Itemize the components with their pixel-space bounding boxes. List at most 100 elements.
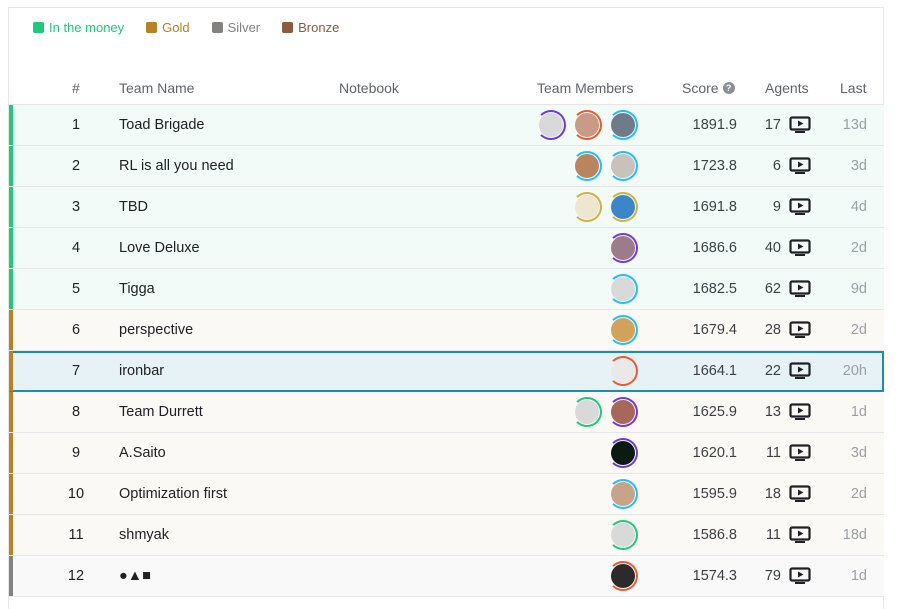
avatar[interactable] bbox=[572, 110, 602, 140]
legend-label: Silver bbox=[227, 20, 261, 35]
avatar[interactable] bbox=[572, 151, 602, 181]
team-name[interactable]: ironbar bbox=[119, 363, 164, 379]
last-submission: 9d bbox=[850, 281, 867, 297]
leaderboard-row[interactable]: 7 ironbar 1664.1 22 20h bbox=[9, 351, 884, 392]
last-submission: 2d bbox=[850, 486, 867, 502]
team-name[interactable]: shmyak bbox=[119, 527, 169, 543]
score: 1586.8 bbox=[692, 527, 737, 543]
tv-play-icon[interactable] bbox=[789, 157, 811, 175]
leaderboard-row[interactable]: 8 Team Durrett 1625.9 13 1d bbox=[9, 392, 884, 433]
team-members bbox=[608, 356, 638, 386]
rank: 1 bbox=[71, 117, 81, 133]
legend-swatch bbox=[146, 22, 158, 33]
medal-tier-bar bbox=[9, 187, 13, 227]
leaderboard-row[interactable]: 3 TBD 1691.8 9 4d bbox=[9, 187, 884, 228]
team-name[interactable]: Love Deluxe bbox=[119, 240, 200, 256]
team-members bbox=[608, 274, 638, 304]
agent-count: 17 bbox=[764, 117, 781, 133]
column-team-members: Team Members bbox=[537, 80, 634, 96]
tv-play-icon[interactable] bbox=[789, 321, 811, 339]
avatar[interactable] bbox=[608, 561, 638, 591]
tv-play-icon[interactable] bbox=[789, 526, 811, 544]
avatar[interactable] bbox=[608, 274, 638, 304]
leaderboard-row[interactable]: 12 ●▲■ 1574.3 79 1d bbox=[9, 556, 884, 597]
avatar[interactable] bbox=[608, 233, 638, 263]
score: 1664.1 bbox=[692, 363, 737, 379]
legend-swatch bbox=[33, 22, 44, 33]
avatar[interactable] bbox=[608, 397, 638, 427]
medal-tier-bar bbox=[9, 310, 13, 350]
avatar[interactable] bbox=[608, 192, 638, 222]
medal-tier-bar bbox=[9, 474, 13, 514]
rank: 11 bbox=[68, 527, 84, 543]
agent-count: 28 bbox=[764, 322, 781, 338]
rank: 4 bbox=[71, 240, 81, 256]
agent-count: 22 bbox=[764, 363, 781, 379]
avatar[interactable] bbox=[608, 520, 638, 550]
leaderboard-row[interactable]: 11 shmyak 1586.8 11 18d bbox=[9, 515, 884, 556]
tv-play-icon[interactable] bbox=[789, 239, 811, 257]
rank: 6 bbox=[71, 322, 81, 338]
tv-play-icon[interactable] bbox=[789, 403, 811, 421]
score: 1574.3 bbox=[692, 568, 737, 584]
leaderboard-row[interactable]: 4 Love Deluxe 1686.6 40 2d bbox=[9, 228, 884, 269]
rank: 7 bbox=[71, 363, 81, 379]
legend-label: Gold bbox=[162, 20, 190, 35]
leaderboard-row[interactable]: 2 RL is all you need 1723.8 6 3d bbox=[9, 146, 884, 187]
medal-tier-bar bbox=[9, 228, 13, 268]
leaderboard-row[interactable]: 10 Optimization first 1595.9 18 2d bbox=[9, 474, 884, 515]
leaderboard-row[interactable]: 9 A.Saito 1620.1 11 3d bbox=[9, 433, 884, 474]
last-submission: 13d bbox=[842, 117, 867, 133]
medal-tier-bar bbox=[9, 515, 13, 555]
rank: 8 bbox=[71, 404, 81, 420]
team-name[interactable]: Tigga bbox=[119, 281, 155, 297]
legend-item: In the money bbox=[33, 20, 124, 35]
team-members bbox=[572, 397, 638, 427]
tv-play-icon[interactable] bbox=[789, 116, 811, 134]
avatar[interactable] bbox=[608, 110, 638, 140]
avatar[interactable] bbox=[608, 479, 638, 509]
tv-play-icon[interactable] bbox=[789, 444, 811, 462]
team-name[interactable]: ●▲■ bbox=[119, 568, 151, 584]
last-submission: 1d bbox=[850, 568, 867, 584]
tv-play-icon[interactable] bbox=[789, 567, 811, 585]
tv-play-icon[interactable] bbox=[789, 280, 811, 298]
leaderboard-header: # Team Name Notebook Team Members Score?… bbox=[9, 78, 884, 105]
agent-count: 62 bbox=[764, 281, 781, 297]
agent-count: 11 bbox=[765, 445, 781, 461]
team-name[interactable]: Toad Brigade bbox=[119, 117, 204, 133]
question-circle-icon[interactable]: ? bbox=[722, 82, 735, 94]
score: 1679.4 bbox=[692, 322, 737, 338]
leaderboard-legend: In the money Gold Silver Bronze bbox=[33, 20, 339, 35]
tv-play-icon[interactable] bbox=[789, 362, 811, 380]
team-name[interactable]: Team Durrett bbox=[119, 404, 203, 420]
rank: 9 bbox=[71, 445, 81, 461]
team-name[interactable]: perspective bbox=[119, 322, 193, 338]
team-name[interactable]: Optimization first bbox=[119, 486, 227, 502]
avatar[interactable] bbox=[608, 356, 638, 386]
avatar[interactable] bbox=[608, 438, 638, 468]
leaderboard-row[interactable]: 1 Toad Brigade 1891.9 17 13d bbox=[9, 105, 884, 146]
team-name[interactable]: A.Saito bbox=[119, 445, 166, 461]
column-score[interactable]: Score? bbox=[682, 80, 735, 96]
leaderboard-row[interactable]: 6 perspective 1679.4 28 2d bbox=[9, 310, 884, 351]
tv-play-icon[interactable] bbox=[789, 485, 811, 503]
team-name[interactable]: RL is all you need bbox=[119, 158, 234, 174]
tv-play-icon[interactable] bbox=[789, 198, 811, 216]
team-name[interactable]: TBD bbox=[119, 199, 148, 215]
avatar[interactable] bbox=[608, 315, 638, 345]
leaderboard-row[interactable]: 5 Tigga 1682.5 62 9d bbox=[9, 269, 884, 310]
score: 1620.1 bbox=[692, 445, 737, 461]
avatar[interactable] bbox=[608, 151, 638, 181]
last-submission: 18d bbox=[842, 527, 867, 543]
legend-item: Gold bbox=[146, 20, 190, 35]
avatar[interactable] bbox=[536, 110, 566, 140]
rank: 12 bbox=[67, 568, 85, 584]
column-score-label: Score bbox=[682, 80, 719, 96]
team-members bbox=[572, 192, 638, 222]
last-submission: 1d bbox=[850, 404, 867, 420]
last-submission: 3d bbox=[850, 158, 867, 174]
column-team-name[interactable]: Team Name bbox=[119, 80, 194, 96]
avatar[interactable] bbox=[572, 397, 602, 427]
avatar[interactable] bbox=[572, 192, 602, 222]
